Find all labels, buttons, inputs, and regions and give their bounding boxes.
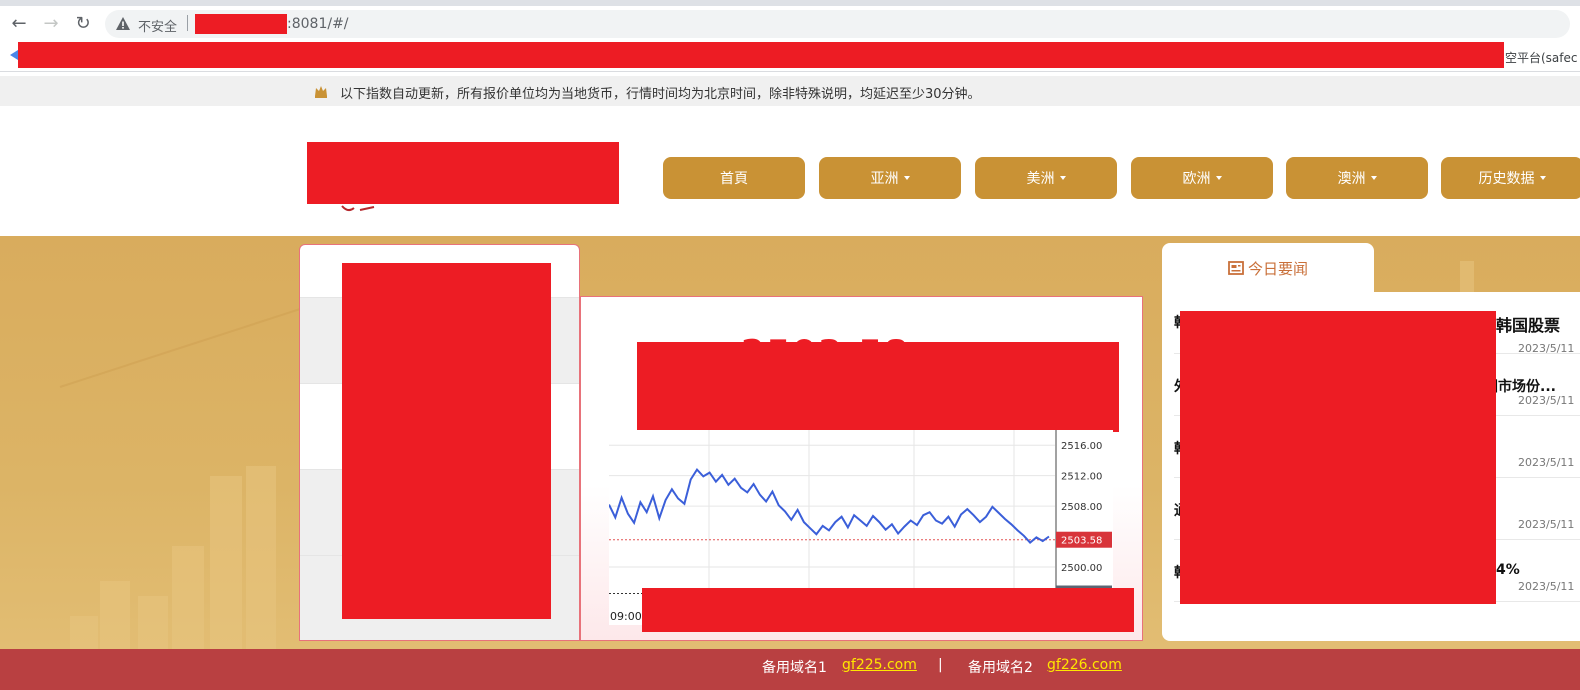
bookmark-item[interactable]: 空平台(safec xyxy=(1505,49,1578,66)
y-tick-label: 2508.00 xyxy=(1061,502,1102,513)
backup-domain-label-2: 备用域名2 xyxy=(968,660,1033,676)
background-decoration xyxy=(100,581,130,649)
caret-down-icon xyxy=(1539,176,1546,180)
y-tick-label: 2500.00 xyxy=(1061,563,1102,574)
newspaper-icon xyxy=(1228,261,1244,275)
caret-down-icon xyxy=(1215,176,1222,180)
nav-item-label: 澳洲 xyxy=(1337,171,1366,187)
nav-item-label: 亚洲 xyxy=(870,171,899,187)
background-decoration xyxy=(210,476,242,649)
back-arrow-icon[interactable]: ← xyxy=(8,12,30,34)
y-tick-label: 2516.00 xyxy=(1061,441,1102,452)
background-decoration xyxy=(138,596,168,649)
nav-item-2[interactable]: 美洲 xyxy=(975,157,1117,199)
notice-text: 以下指数自动更新，所有报价单位均为当地货币，行情时间均为北京时间，除非特殊说明，… xyxy=(340,87,981,102)
quote-footer-redaction xyxy=(642,588,1134,632)
quote-header-redaction xyxy=(637,342,1119,432)
nav-item-label: 欧洲 xyxy=(1182,171,1211,187)
bookmarks-bar: 空平台(safec xyxy=(0,40,1580,72)
nav-item-label: 首頁 xyxy=(720,171,748,187)
news-date: 2023/5/11 xyxy=(1518,518,1575,531)
caret-down-icon xyxy=(1059,176,1066,180)
quote-chart-panel: 2503.58 2516.002512.002508.002500.002496… xyxy=(580,296,1143,641)
url-separator xyxy=(187,15,188,31)
current-price-label: 2503.58 xyxy=(1061,536,1102,547)
nav-item-label: 历史数据 xyxy=(1478,171,1535,187)
news-date: 2023/5/11 xyxy=(1518,456,1575,469)
news-title-end: 韩国股票 xyxy=(1496,316,1561,335)
logo-redaction[interactable] xyxy=(307,142,619,204)
backup-domain-link-2[interactable]: gf226.com xyxy=(1047,657,1122,673)
backup-domain-link-1[interactable]: gf225.com xyxy=(842,657,917,673)
notice-bar: 以下指数自动更新，所有报价单位均为当地货币，行情时间均为北京时间，除非特殊说明，… xyxy=(0,76,1580,106)
news-title-end: 4% xyxy=(1496,562,1520,578)
nav-item-0[interactable]: 首頁 xyxy=(663,157,805,199)
logo-fragment xyxy=(341,205,375,212)
nav-item-1[interactable]: 亚洲 xyxy=(819,157,961,199)
index-list-panel xyxy=(299,244,580,641)
nav-item-5[interactable]: 历史数据 xyxy=(1441,157,1580,199)
nav-item-label: 美洲 xyxy=(1026,171,1055,187)
reload-icon[interactable]: ↻ xyxy=(72,12,94,34)
crown-bell-icon xyxy=(315,86,327,98)
bookmark-arrow-icon[interactable] xyxy=(10,50,18,60)
tab-label: 今日要闻 xyxy=(1247,259,1308,278)
news-date: 2023/5/11 xyxy=(1518,580,1575,593)
news-redaction xyxy=(1180,311,1496,604)
list-redaction xyxy=(342,263,551,619)
background-decoration xyxy=(70,616,98,649)
bookmarks-redaction xyxy=(18,42,1504,68)
footer-separator: | xyxy=(938,657,943,673)
warning-icon xyxy=(116,17,130,30)
caret-down-icon xyxy=(903,176,910,180)
url-path: :8081/#/ xyxy=(287,16,349,32)
tab-today-news[interactable]: 今日要闻 xyxy=(1162,243,1374,293)
nav-item-3[interactable]: 欧洲 xyxy=(1131,157,1273,199)
x-tick-label: 09:00 xyxy=(610,610,642,623)
background-decoration xyxy=(172,546,204,649)
news-date: 2023/5/11 xyxy=(1518,394,1575,407)
nav-item-4[interactable]: 澳洲 xyxy=(1286,157,1428,199)
address-bar[interactable]: 不安全 :8081/#/ xyxy=(105,10,1570,38)
footer: 备用域名1 gf225.com | 备用域名2 gf226.com xyxy=(0,649,1580,690)
security-status-label: 不安全 xyxy=(138,20,178,35)
background-decoration xyxy=(246,466,276,649)
browser-toolbar: ← → ↻ 不安全 :8081/#/ xyxy=(0,6,1580,40)
background-decoration xyxy=(59,305,308,388)
forward-arrow-icon[interactable]: → xyxy=(40,12,62,34)
site-header: 首頁 亚洲 美洲 欧洲 澳洲 历史数据 xyxy=(0,106,1580,236)
url-host-redaction xyxy=(195,14,287,34)
y-tick-label: 2512.00 xyxy=(1061,472,1102,483)
caret-down-icon xyxy=(1370,176,1377,180)
backup-domain-label-1: 备用域名1 xyxy=(762,660,827,676)
